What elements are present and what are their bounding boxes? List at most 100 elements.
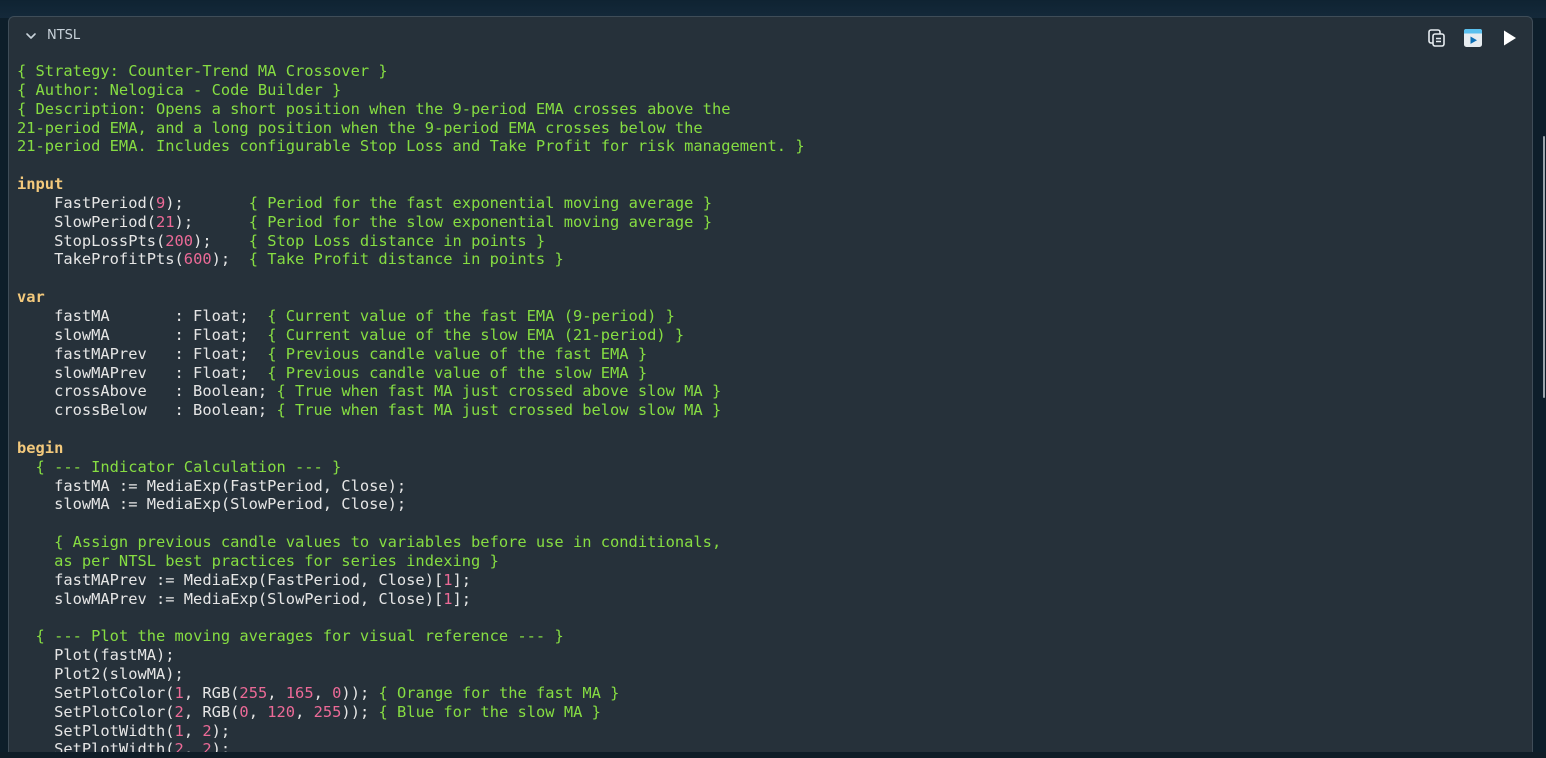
code-token: 255 [239,683,268,702]
code-token: begin [17,438,64,457]
code-line: TakeProfitPts(600); { Take Profit distan… [17,250,805,269]
code-token: , [313,683,333,702]
code-token: ); [211,250,249,269]
run-button[interactable] [1498,27,1520,49]
code-token: ]; [452,589,472,608]
code-language-label: NTSL [47,28,81,43]
code-line: slowMAPrev : Float; { Previous candle va… [17,364,805,383]
code-token: { True when fast MA just crossed below s… [276,401,722,420]
code-token: 1 [443,589,453,608]
code-token: { --- Indicator Calculation --- } [35,457,342,476]
code-line: fastMAPrev := MediaExp(FastPeriod, Close… [17,571,805,590]
code-token: var [17,288,45,307]
code-token: )); [341,683,379,702]
code-token: SetPlotWidth( [17,721,175,740]
code-token: TakeProfitPts( [17,250,184,269]
code-line: { Author: Nelogica - Code Builder } [17,81,805,100]
code-token: , [183,721,203,740]
code-token: crossAbove : Boolean; [17,382,277,401]
code-token: fastMA : Float; [17,306,268,325]
code-line: StopLossPts(200); { Stop Loss distance i… [17,232,805,251]
code-line: SetPlotWidth(1, 2); [17,722,805,741]
code-token: ); [174,212,249,231]
copy-icon [1428,29,1445,47]
code-content[interactable]: { Strategy: Counter-Trend MA Crossover }… [17,62,805,753]
code-token: 255 [313,702,342,721]
code-token: slowMA : Float; [17,325,268,344]
code-line: slowMA : Float; { Current value of the s… [17,326,805,345]
code-token: , RGB( [183,683,240,702]
code-token: as per NTSL best practices for series in… [17,551,499,570]
code-line: Plot2(slowMA); [17,665,805,684]
code-token: 200 [165,231,194,250]
code-token: SetPlotColor( [17,702,175,721]
collapse-toggle[interactable] [23,28,39,44]
code-line: { Assign previous candle values to varia… [17,533,805,552]
open-in-editor-button[interactable] [1462,27,1484,49]
code-line: SlowPeriod(21); { Period for the slow ex… [17,213,805,232]
code-token: )); [341,702,379,721]
code-token: 1 [443,570,453,589]
code-token: 21 [156,212,175,231]
code-token: 1 [174,721,184,740]
code-token: slowMA := MediaExp(SlowPeriod, Close); [17,495,407,514]
code-token: slowMAPrev : Float; [17,363,268,382]
code-token: , [267,683,286,702]
code-token: , [248,702,268,721]
code-token: { Previous candle value of the slow EMA … [267,363,648,382]
code-token: 9 [156,193,166,212]
code-token: { Author: Nelogica - Code Builder } [17,80,342,99]
code-line: { --- Indicator Calculation --- } [17,458,805,477]
code-token: { --- Plot the moving averages for visua… [35,627,564,646]
code-line: { --- Plot the moving averages for visua… [17,627,805,646]
code-token: { Take Profit distance in points } [248,250,564,269]
code-line: Plot(fastMA); [17,646,805,665]
code-line: slowMAPrev := MediaExp(SlowPeriod, Close… [17,590,805,609]
code-line: crossAbove : Boolean; { True when fast M… [17,382,805,401]
code-token: Plot(fastMA); [17,646,175,665]
code-token: 120 [267,702,296,721]
code-block-panel: NTSL {Strategy: Counter-Trend MA Crosso… [8,16,1533,753]
code-token: 1 [174,683,184,702]
code-token: { Orange for the fast MA } [378,683,620,702]
scrollbar-thumb[interactable] [1543,136,1545,398]
code-line: begin [17,439,805,458]
code-token: 21-period EMA, and a long position when … [17,118,703,137]
run-icon [1504,30,1516,46]
code-token: { Description: Opens a short position wh… [17,99,731,118]
code-line: slowMA := MediaExp(SlowPeriod, Close); [17,495,805,514]
code-line: input [17,175,805,194]
code-token: { Current value of the fast EMA (9-perio… [267,306,675,325]
code-token: { Period for the slow exponential moving… [248,212,712,231]
code-line: fastMA := MediaExp(FastPeriod, Close); [17,477,805,496]
code-line: fastMA : Float; { Current value of the f… [17,307,805,326]
code-token: 21-period EMA. Includes configurable Sto… [17,137,805,156]
code-token: ]; [452,570,472,589]
code-line: { Strategy: Counter-Trend MA Crossover } [17,62,805,81]
code-token: 0 [239,702,249,721]
code-toolbar [1426,27,1520,49]
code-token: 2 [174,702,184,721]
chevron-down-icon [26,33,36,39]
code-token: SetPlotColor( [17,683,175,702]
code-token: SlowPeriod( [17,212,156,231]
code-token: { Current value of the slow EMA (21-peri… [267,325,685,344]
code-token: ); [165,193,249,212]
code-token: fastMA := MediaExp(FastPeriod, Close); [17,476,407,495]
code-token: { True when fast MA just crossed above s… [276,382,722,401]
code-token: , [295,702,314,721]
copy-button[interactable] [1426,27,1448,49]
code-line: var [17,288,805,307]
code-token: 2 [202,721,212,740]
code-token: , RGB( [183,702,240,721]
code-token: { Previous candle value of the fast EMA … [267,344,648,363]
code-token: FastPeriod( [17,193,156,212]
code-line: FastPeriod(9); { Period for the fast exp… [17,194,805,213]
code-line: 21-period EMA. Includes configurable Sto… [17,137,805,156]
window-bottom-strip [0,752,1546,758]
